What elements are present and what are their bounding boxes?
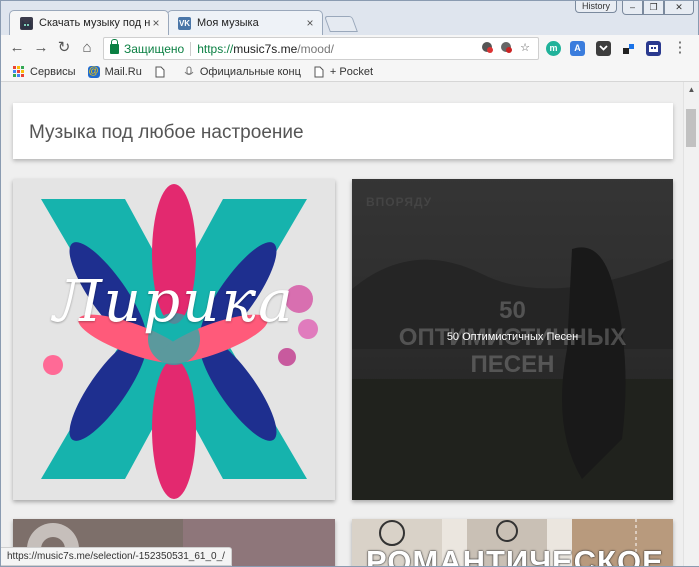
menu-icon[interactable]: ⋮ bbox=[671, 39, 689, 57]
omnibox-actions: ☆ bbox=[480, 41, 532, 55]
translate-extension-icon[interactable]: A bbox=[570, 41, 585, 56]
back-arrow-icon[interactable]: ← bbox=[8, 39, 26, 57]
minimize-button[interactable]: ‒ bbox=[622, 1, 643, 15]
lirika-artwork bbox=[13, 179, 335, 500]
page-icon bbox=[313, 66, 325, 78]
tab-close-icon[interactable]: × bbox=[304, 16, 316, 30]
tab-title: Скачать музыку под нас bbox=[39, 17, 150, 29]
bookmark-untitled[interactable] bbox=[154, 66, 171, 78]
card-brand: ВПОРЯДУ bbox=[366, 195, 433, 209]
navigation-toolbar: ← → ↻ ⌂ Защищено https:// music7s.me /mo… bbox=[1, 35, 699, 62]
bookmarks-bar: Сервисы @ Mail.Ru Официальные конц + Poc… bbox=[1, 62, 699, 82]
tab-music7s[interactable]: Скачать музыку под нас × bbox=[9, 10, 169, 35]
bookmark-label: Официальные конц bbox=[199, 65, 301, 78]
bookmark-star-icon[interactable]: ☆ bbox=[518, 41, 532, 55]
card-big-line: ПЕСЕН bbox=[470, 351, 555, 378]
home-icon[interactable]: ⌂ bbox=[78, 39, 96, 57]
address-bar[interactable]: Защищено https:// music7s.me /mood/ ☆ bbox=[103, 37, 539, 60]
reload-icon[interactable]: ↻ bbox=[55, 39, 73, 57]
tab-close-icon[interactable]: × bbox=[150, 16, 162, 30]
bookmark-label: Mail.Ru bbox=[104, 65, 142, 78]
card-label: Лирика bbox=[53, 267, 295, 335]
page-header-card: Музыка под любое настроение bbox=[13, 103, 673, 159]
mood-card-romantic[interactable]: РОМАНТИЧЕСКОЕ bbox=[352, 519, 673, 566]
pocket-icon[interactable] bbox=[596, 41, 611, 56]
url-protocol: https:// bbox=[197, 41, 234, 56]
mood-card-lirika[interactable]: Лирика bbox=[13, 179, 335, 500]
window-controls: ‒ ❐ ✕ bbox=[622, 1, 694, 15]
tab-title: Моя музыка bbox=[197, 17, 259, 29]
card-label: РОМАНТИЧЕСКОЕ bbox=[366, 544, 664, 566]
url-path: /mood/ bbox=[297, 41, 334, 56]
mood-card-optimistic[interactable]: ВПОРЯДУ 50 ОПТИМИСТИЧНЫХ ПЕСЕН 50 Оптими… bbox=[352, 179, 673, 500]
page-scrollbar[interactable]: ▲ bbox=[683, 82, 699, 566]
title-bar: History ‒ ❐ ✕ Скачать музыку под нас × V… bbox=[1, 1, 699, 35]
history-button[interactable]: History bbox=[575, 1, 617, 13]
bookmark-official-concerts[interactable]: Официальные конц bbox=[183, 66, 301, 78]
extension-robot-icon[interactable] bbox=[646, 41, 661, 56]
restore-button[interactable]: ❐ bbox=[643, 1, 664, 15]
page-icon bbox=[154, 66, 166, 78]
card-big-line: 50 bbox=[499, 297, 526, 324]
bookmark-label: + Pocket bbox=[329, 65, 374, 78]
new-tab-button[interactable] bbox=[324, 16, 358, 32]
url-host: music7s.me bbox=[233, 41, 298, 56]
page-title: Музыка под любое настроение bbox=[29, 122, 304, 143]
scroll-up-arrow-icon[interactable]: ▲ bbox=[684, 84, 699, 96]
forward-arrow-icon[interactable]: → bbox=[32, 39, 50, 57]
page-viewport: Музыка под любое настроение Лирика ВПОРЯ… bbox=[1, 82, 683, 566]
bookmark-label: Сервисы bbox=[30, 65, 76, 78]
mic-icon bbox=[183, 66, 195, 78]
close-window-button[interactable]: ✕ bbox=[664, 1, 694, 15]
music7s-cat-icon bbox=[20, 16, 33, 30]
bookmark-pocket[interactable]: + Pocket bbox=[313, 66, 373, 78]
link-status-bubble: https://music7s.me/selection/-152350531_… bbox=[1, 547, 232, 566]
secure-label: Защищено bbox=[124, 41, 185, 56]
vk-icon: VK bbox=[178, 16, 191, 30]
apps-icon bbox=[13, 66, 24, 77]
blocked-content-icon[interactable] bbox=[499, 41, 513, 55]
tab-vk-music[interactable]: VK Моя музыка × bbox=[167, 10, 323, 35]
extension-m-icon[interactable]: m bbox=[546, 41, 561, 56]
card-label: 50 Оптимистичных Песен bbox=[446, 331, 579, 343]
scroll-thumb[interactable] bbox=[686, 109, 696, 147]
site-settings-icon[interactable] bbox=[480, 41, 494, 55]
bookmark-apps[interactable]: Сервисы bbox=[13, 66, 76, 78]
browser-window: History ‒ ❐ ✕ Скачать музыку под нас × V… bbox=[0, 0, 699, 567]
bookmark-mailru[interactable]: @ Mail.Ru bbox=[87, 65, 142, 78]
extension-dropbox-icon[interactable] bbox=[621, 41, 636, 56]
mailru-icon: @ bbox=[87, 65, 100, 78]
omnibox-divider bbox=[190, 41, 192, 56]
lock-icon bbox=[110, 38, 119, 54]
